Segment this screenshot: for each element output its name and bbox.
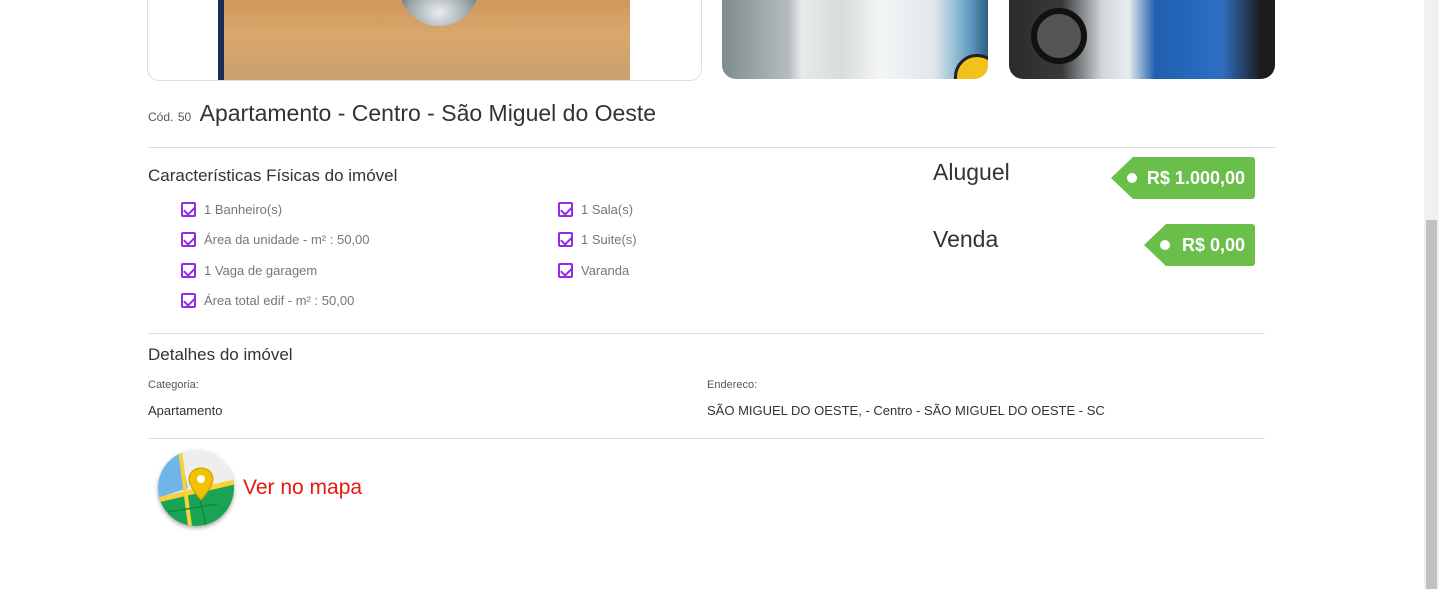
view-map-link[interactable]: Ver no mapa [243, 476, 362, 500]
rent-price-tag: R$ 1.000,00 [1111, 157, 1255, 199]
feature-label: Área total edif - m² : 50,00 [204, 293, 355, 308]
scrollbar-thumb[interactable] [1426, 220, 1437, 589]
tag-hole-icon [1160, 240, 1170, 250]
feature-label: Varanda [581, 263, 630, 278]
feature-item: Varanda [558, 263, 629, 278]
feature-label: 1 Suite(s) [581, 232, 637, 247]
sale-price: R$ 0,00 [1181, 234, 1245, 255]
sale-label: Venda [933, 226, 999, 252]
feature-label: Área da unidade - m² : 50,00 [204, 232, 370, 247]
photo-wheel [1031, 8, 1087, 64]
gallery-photo-main[interactable] [147, 0, 702, 81]
code-label: Cód. [148, 110, 174, 124]
feature-item: 1 Vaga de garagem [181, 263, 317, 278]
features-title: Características Físicas do imóvel [148, 166, 398, 185]
details-title: Detalhes do imóvel [148, 345, 293, 364]
checkbox-checked-icon [558, 263, 573, 278]
feature-item: 1 Sala(s) [558, 202, 633, 217]
category-value: Apartamento [148, 403, 223, 418]
divider [148, 147, 1275, 148]
page-title: Apartamento - Centro - São Miguel do Oes… [199, 100, 657, 126]
sale-price-tag: R$ 0,00 [1144, 224, 1255, 266]
checkbox-checked-icon [181, 293, 196, 308]
checkbox-checked-icon [181, 232, 196, 247]
page-scrollbar[interactable] [1424, 0, 1439, 589]
feature-item: Área da unidade - m² : 50,00 [181, 232, 370, 247]
feature-item: Área total edif - m² : 50,00 [181, 293, 354, 308]
rent-label: Aluguel [933, 159, 1010, 185]
feature-label: 1 Banheiro(s) [204, 202, 283, 217]
feature-label: 1 Vaga de garagem [204, 263, 318, 278]
feature-label: 1 Sala(s) [581, 202, 634, 217]
checkbox-checked-icon [558, 232, 573, 247]
code-value: 50 [177, 110, 192, 124]
checkbox-checked-icon [181, 202, 196, 217]
checkbox-checked-icon [558, 202, 573, 217]
category-label: Categoria: [148, 379, 199, 391]
address-label: Endereco: [707, 379, 758, 391]
feature-item: 1 Banheiro(s) [181, 202, 282, 217]
checkbox-checked-icon [181, 263, 196, 278]
address-value: SÃO MIGUEL DO OESTE, - Centro - SÃO MIGU… [707, 403, 1105, 418]
feature-item: 1 Suite(s) [558, 232, 637, 247]
rent-price: R$ 1.000,00 [1146, 167, 1245, 188]
divider [148, 438, 1265, 439]
gallery-photo-3[interactable] [1009, 0, 1275, 79]
tag-hole-icon [1127, 173, 1137, 183]
divider [148, 333, 1265, 334]
listing-heading: Cód. 50 Apartamento - Centro - São Migue… [148, 100, 656, 127]
gallery-photo-2[interactable] [722, 0, 988, 79]
photo-sign [954, 54, 988, 79]
map-pin-icon[interactable] [158, 450, 234, 526]
